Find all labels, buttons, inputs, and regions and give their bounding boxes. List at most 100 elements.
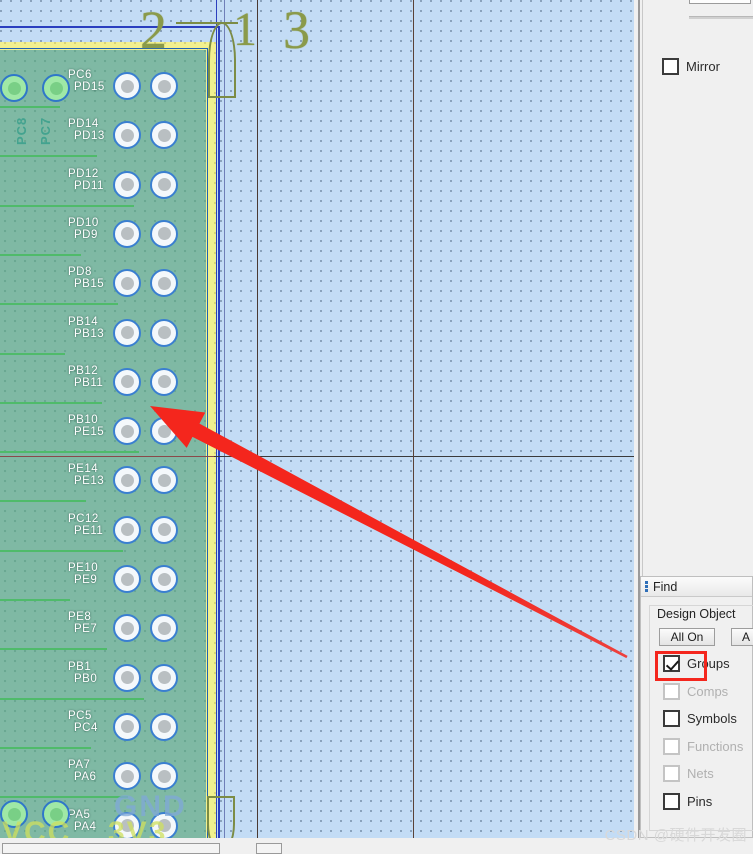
pcb-pad[interactable]: [150, 663, 178, 692]
pcb-pad[interactable]: [113, 712, 141, 741]
pcb-pad[interactable]: [150, 269, 178, 298]
copper-trace: [0, 352, 65, 355]
drag-grip-icon[interactable]: [645, 581, 648, 592]
copper-trace: [0, 549, 123, 552]
pcb-pad[interactable]: [150, 515, 178, 544]
pin-label: PD12: [68, 167, 99, 180]
pcb-pad[interactable]: [150, 72, 178, 100]
pin-label: PB14: [68, 315, 99, 328]
pcb-pad[interactable]: [113, 417, 141, 446]
pcb-pad[interactable]: [113, 219, 141, 248]
copper-trace: [0, 697, 144, 700]
find-option-pins[interactable]: Pins: [663, 792, 713, 810]
copper-trace: [0, 599, 70, 601]
horizontal-scrollbar-secondary[interactable]: [256, 843, 282, 854]
pin-label: PD13: [74, 130, 105, 143]
silk-number-1: 1: [233, 3, 257, 56]
pin-label: PC5: [68, 709, 92, 722]
label-comps: Comps: [687, 683, 729, 699]
ruler-vertical: [413, 0, 414, 838]
copper-trace: [0, 500, 86, 503]
silk-number-3: 3: [283, 0, 310, 60]
label-symbols: Symbols: [687, 711, 737, 726]
copper-trace: [0, 796, 128, 799]
find-panel-titlebar[interactable]: Find: [641, 577, 752, 597]
pin-label: PE9: [74, 574, 98, 586]
pcb-pad[interactable]: [150, 565, 178, 593]
pin-label: PE15: [74, 426, 105, 439]
pcb-pad[interactable]: [113, 515, 141, 544]
pin-label: PD14: [68, 118, 99, 131]
pin-label: PA4: [74, 820, 97, 833]
pcb-pad[interactable]: [150, 318, 178, 347]
copper-trace: [0, 746, 91, 749]
pcb-pad[interactable]: [113, 762, 141, 791]
checkbox-functions: [663, 737, 680, 755]
board-inner-outline: [0, 48, 208, 838]
pin-label: PC12: [68, 512, 99, 525]
pin-label: PD11: [74, 179, 104, 192]
pcb-pad[interactable]: [113, 318, 141, 347]
pcb-pad[interactable]: [150, 170, 178, 199]
find-option-functions: Functions: [663, 737, 744, 755]
panel-divider: [689, 16, 753, 19]
pin-label: PC4: [74, 721, 98, 734]
pcb-pad[interactable]: [150, 367, 178, 396]
pin-label: PA5: [68, 808, 91, 821]
vertical-label-pc7: PC7: [38, 116, 53, 145]
copper-trace: [0, 106, 60, 108]
pcb-pad[interactable]: [113, 663, 141, 692]
pin-label: PE7: [74, 623, 98, 636]
pcb-pad[interactable]: [113, 170, 141, 199]
find-panel-title: Find: [653, 579, 678, 594]
pcb-pad[interactable]: [113, 367, 141, 396]
mirror-label: Mirror: [686, 59, 720, 74]
copper-trace: [0, 253, 81, 256]
pin-label: PD9: [74, 228, 98, 241]
label-nets: Nets: [687, 766, 714, 781]
pin-label: PA7: [68, 759, 91, 772]
route-line: [224, 0, 225, 838]
pcb-pad[interactable]: [150, 762, 178, 791]
color-swatch-control[interactable]: [689, 0, 751, 4]
watermark: CSDN @硬件开发圈: [604, 827, 747, 844]
mirror-checkbox[interactable]: [662, 58, 679, 75]
checkbox-comps: [663, 682, 680, 700]
pin-label: PD10: [68, 216, 99, 229]
find-option-comps: Comps: [663, 682, 729, 700]
copper-trace: [0, 303, 118, 306]
pin-label: PE8: [68, 611, 92, 624]
checkbox-pins[interactable]: [663, 792, 680, 810]
pin-label: PB11: [74, 376, 104, 389]
pin-label: PA6: [74, 771, 97, 784]
pin-label: PB10: [68, 414, 99, 427]
pcb-pad[interactable]: [113, 269, 141, 298]
copper-trace: [0, 401, 102, 404]
label-pins: Pins: [687, 793, 713, 809]
crosshair-horizontal-board: [0, 456, 214, 457]
pin-label: PB13: [74, 327, 105, 340]
pin-label: PE11: [74, 524, 104, 537]
pin-label: PE13: [74, 475, 105, 488]
horizontal-scrollbar[interactable]: [2, 843, 220, 854]
pcb-pad[interactable]: [150, 219, 178, 248]
pcb-canvas[interactable]: 2 1 3 PC6 PD15 PD14 PD13 PD12 PD11 PD10 PD9 PD8 P…: [0, 0, 634, 838]
pcb-pad[interactable]: [150, 712, 178, 741]
pin-label: PD15: [74, 81, 105, 93]
pcb-pad[interactable]: [113, 565, 141, 593]
find-option-symbols[interactable]: Symbols: [663, 710, 737, 727]
all-off-button[interactable]: A: [731, 628, 753, 646]
find-panel: Find Design Object All On A Groups Comps S…: [640, 576, 753, 838]
mirror-checkbox-row[interactable]: Mirror: [662, 58, 720, 75]
label-functions: Functions: [687, 738, 744, 754]
checkbox-symbols[interactable]: [663, 710, 680, 727]
all-on-button[interactable]: All On: [659, 628, 715, 646]
pin-label: PE10: [68, 562, 99, 574]
pcb-pad-plated[interactable]: [42, 74, 70, 102]
pcb-pad[interactable]: [113, 72, 141, 100]
pcb-pad[interactable]: [150, 417, 178, 446]
pin-label: PD8: [68, 266, 92, 279]
silk-line-h: [176, 22, 238, 24]
silk-shape-connector: [208, 22, 236, 98]
pcb-pad-plated[interactable]: [0, 74, 28, 102]
